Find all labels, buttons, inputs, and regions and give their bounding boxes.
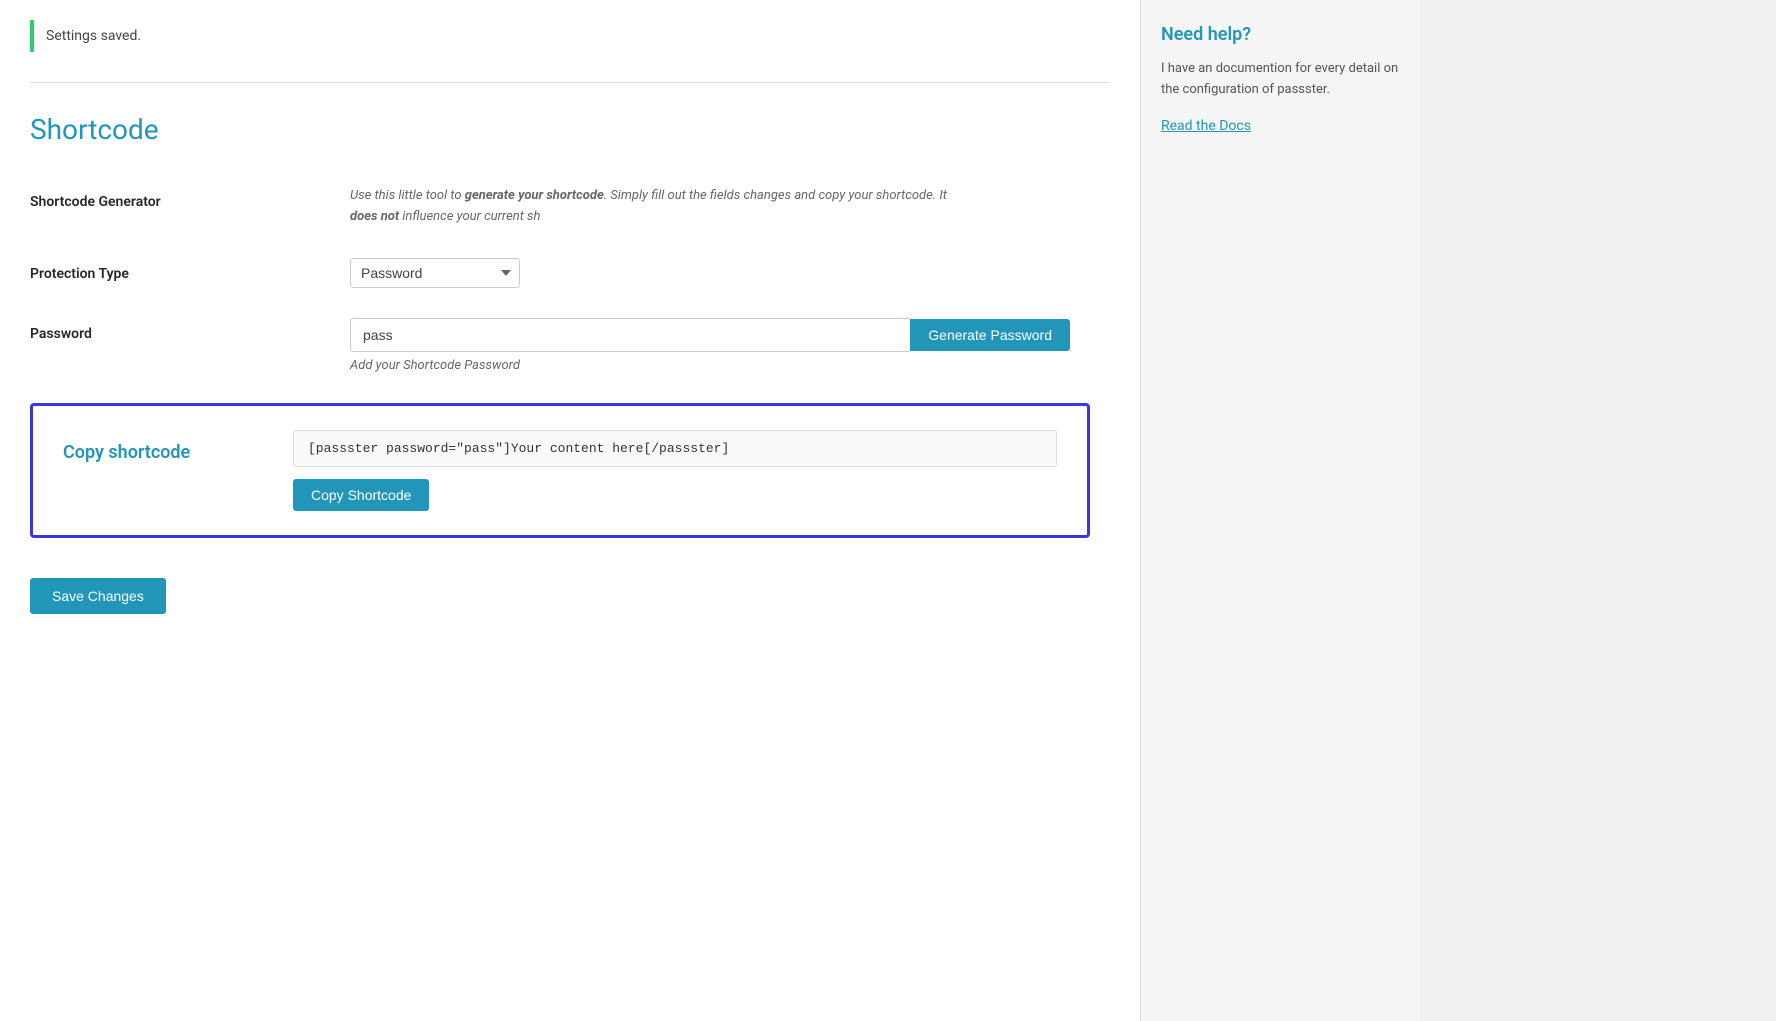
protection-type-label: Protection Type	[30, 258, 350, 282]
sidebar: Need help? I have an documention for eve…	[1140, 0, 1420, 1021]
read-the-docs-link[interactable]: Read the Docs	[1161, 118, 1251, 134]
protection-type-field: Password Username/Password IP	[350, 258, 1110, 288]
page-title: Shortcode	[30, 113, 1110, 146]
protection-type-row: Protection Type Password Username/Passwo…	[30, 258, 1110, 288]
desc-part1: Use this little tool to	[350, 188, 465, 203]
password-input-row: Generate Password	[350, 318, 1070, 352]
notice-bar: Settings saved.	[30, 20, 1110, 52]
save-changes-button[interactable]: Save Changes	[30, 578, 166, 614]
desc-bold1: generate your shortcode	[465, 188, 604, 203]
desc-part3: influence your current sh	[399, 209, 540, 224]
divider	[30, 82, 1110, 83]
shortcode-right: [passster password="pass"]Your content h…	[293, 430, 1057, 511]
desc-part2: . Simply fill out the fields changes and…	[604, 188, 947, 203]
notice-text: Settings saved.	[46, 28, 141, 44]
copy-shortcode-label: Copy shortcode	[63, 430, 263, 463]
desc-bold2: does not	[350, 209, 399, 224]
generate-password-button[interactable]: Generate Password	[910, 319, 1070, 351]
sidebar-title: Need help?	[1161, 24, 1400, 45]
shortcode-generator-label: Shortcode Generator	[30, 186, 350, 210]
sidebar-description: I have an documention for every detail o…	[1161, 59, 1400, 101]
password-hint: Add your Shortcode Password	[350, 358, 1110, 373]
shortcode-generator-row: Shortcode Generator Use this little tool…	[30, 186, 1110, 228]
shortcode-generator-description: Use this little tool to generate your sh…	[350, 186, 970, 228]
shortcode-box: Copy shortcode [passster password="pass"…	[30, 403, 1090, 538]
shortcode-code: [passster password="pass"]Your content h…	[293, 430, 1057, 467]
password-row: Password Generate Password Add your Shor…	[30, 318, 1110, 373]
password-field: Generate Password Add your Shortcode Pas…	[350, 318, 1110, 373]
shortcode-generator-field: Use this little tool to generate your sh…	[350, 186, 1110, 228]
protection-type-select[interactable]: Password Username/Password IP	[350, 258, 520, 288]
copy-shortcode-button[interactable]: Copy Shortcode	[293, 479, 429, 511]
password-input[interactable]	[350, 318, 910, 352]
password-label: Password	[30, 318, 350, 342]
